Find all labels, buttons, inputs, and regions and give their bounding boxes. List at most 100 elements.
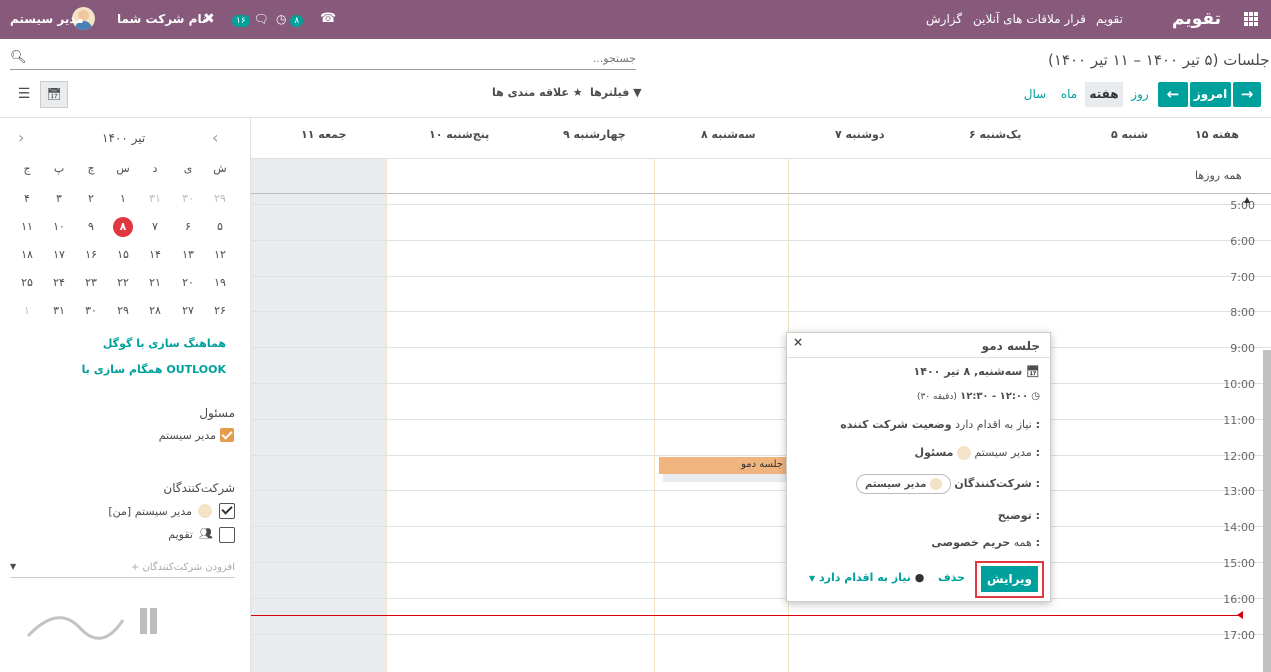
responsible-checkbox[interactable]	[220, 428, 234, 442]
month-view-button[interactable]: ماه	[1055, 82, 1083, 107]
hour-label: 17:00	[1223, 628, 1255, 642]
phone-icon[interactable]: ☎	[320, 0, 336, 39]
mini-cal-day[interactable]: ۱	[11, 304, 43, 317]
next-button[interactable]: ←	[1158, 82, 1188, 107]
edit-button[interactable]: ویرایش	[981, 566, 1038, 592]
menu-online-appointments[interactable]: قرار ملاقات های آنلاین	[973, 0, 1086, 39]
popup-date-row: سه‌شنبه, ۸ تیر ۱۴۰۰ 📅︎	[914, 365, 1040, 378]
column-divider	[654, 158, 655, 672]
mini-cal-day[interactable]: ۷	[139, 220, 171, 233]
mini-cal-day[interactable]: ۲۸	[139, 304, 171, 317]
prev-button[interactable]: →	[1233, 82, 1261, 107]
mini-cal-day[interactable]: ۱۹	[204, 276, 236, 289]
mini-cal-day[interactable]: ۴	[11, 192, 43, 205]
list-view-icon[interactable]: ☰	[12, 83, 36, 107]
scrollbar[interactable]	[1263, 350, 1271, 672]
mini-cal-day[interactable]: ۳۰	[172, 192, 204, 205]
logo-icon	[26, 608, 157, 640]
hour-line	[251, 562, 1271, 563]
mini-cal-prev-icon[interactable]: ‹	[212, 128, 218, 147]
activity-menu[interactable]: ◷ ۸	[276, 0, 304, 39]
hour-label: 16:00	[1223, 592, 1255, 606]
mini-cal-today[interactable]: ۸	[113, 217, 133, 237]
hour-line	[251, 633, 1271, 635]
mini-cal-day[interactable]: ۲۷	[172, 304, 204, 317]
day-header-fri[interactable]: جمعه ۱۱	[301, 128, 346, 141]
week-number: هفته ۱۵	[1195, 128, 1239, 141]
company-switcher[interactable]: نام شرکت شما	[117, 0, 206, 39]
top-navbar: تقویم تقویم قرار ملاقات های آنلاین گزارش…	[0, 0, 1271, 39]
attendance-status-dropdown[interactable]: ▼ نیاز به اقدام دارد ●	[809, 571, 924, 584]
mini-cal-day[interactable]: ۱۸	[11, 248, 43, 261]
mini-cal-day[interactable]: ۱۱	[11, 220, 43, 233]
mini-cal-day[interactable]: ۶	[172, 220, 204, 233]
delete-button[interactable]: حذف	[938, 571, 965, 584]
user-menu[interactable]: مدیر سیستم	[10, 0, 84, 39]
mini-cal-day[interactable]: ۲۴	[43, 276, 75, 289]
mini-cal-day[interactable]: ۱۶	[75, 248, 107, 261]
hour-label: 9:00	[1230, 342, 1255, 356]
day-header-sun[interactable]: یک‌شنبه ۶	[969, 128, 1021, 141]
favorites-toggle[interactable]: علاقه مندی ها ★	[492, 86, 583, 99]
mini-cal-day[interactable]: ۱	[107, 192, 139, 205]
day-header-tue[interactable]: سه‌شنبه ۸	[701, 128, 756, 141]
year-view-button[interactable]: سال	[1018, 82, 1052, 107]
mini-cal-day[interactable]: ۳	[43, 192, 75, 205]
mini-cal-day[interactable]: ۲۲	[107, 276, 139, 289]
mini-cal-weekday: ی	[183, 162, 193, 175]
calendar-view-icon[interactable]: 📅︎	[40, 81, 68, 108]
popup-status-value: نیاز به اقدام دارد	[955, 418, 1032, 431]
mini-cal-day[interactable]: ۱۷	[43, 248, 75, 261]
mini-cal-day[interactable]: ۲	[75, 192, 107, 205]
messages-menu[interactable]: ۱۶ 🗨	[232, 0, 269, 39]
all-day-divider	[251, 193, 1271, 194]
hour-line	[251, 597, 1271, 599]
popup-responsible-row: مدیر سیستم مسئول :	[915, 446, 1040, 460]
attendee-calendar-checkbox[interactable]	[219, 527, 235, 543]
today-button[interactable]: امروز	[1190, 82, 1231, 107]
mini-cal-day[interactable]: ۲۵	[11, 276, 43, 289]
hour-label: 10:00	[1223, 378, 1255, 391]
menu-calendar[interactable]: تقویم	[1096, 0, 1123, 39]
mini-cal-day[interactable]: ۳۰	[75, 304, 107, 317]
mini-cal-day[interactable]: ۲۳	[75, 276, 107, 289]
mini-cal-day[interactable]: ۹	[75, 220, 107, 233]
attendee-me: مدیر سیستم [من]	[108, 505, 192, 518]
day-header-thu[interactable]: پنج‌شنبه ۱۰	[429, 128, 489, 141]
add-attendee-field[interactable]: ▼ + افزودن شرکت‌کنندگان	[10, 560, 235, 578]
day-header-sat[interactable]: شنبه ۵	[1111, 128, 1148, 141]
day-header-mon[interactable]: دوشنبه ۷	[835, 128, 885, 141]
mini-cal-next-icon[interactable]: ›	[18, 128, 24, 147]
google-sync-link[interactable]: هماهنگ سازی با گوگل	[103, 337, 226, 350]
search-input[interactable]	[32, 48, 636, 68]
mini-cal-day[interactable]: ۲۹	[204, 192, 236, 205]
week-view-button[interactable]: هفته	[1085, 82, 1123, 107]
mini-cal-day[interactable]: ۱۰	[43, 220, 75, 233]
mini-cal-day[interactable]: ۱۳	[172, 248, 204, 261]
scroll-up-icon[interactable]: ▲	[1244, 195, 1252, 204]
filters-toggle[interactable]: فیلترها ▼	[590, 86, 642, 99]
event-block[interactable]: جلسه دمو	[659, 457, 789, 474]
attendee-me-checkbox[interactable]	[219, 503, 235, 519]
attendee-chip: مدیر سیستم	[855, 474, 951, 494]
mini-cal-day[interactable]: ۳۱	[43, 304, 75, 317]
menu-reporting[interactable]: گزارش	[926, 0, 962, 39]
mini-cal-day[interactable]: ۲۰	[172, 276, 204, 289]
day-header-wed[interactable]: چهارشنبه ۹	[563, 128, 626, 141]
mini-cal-day[interactable]: ۱۲	[204, 248, 236, 261]
mini-cal-day[interactable]: ۱۴	[139, 248, 171, 261]
hour-label: 14:00	[1223, 521, 1255, 535]
mini-cal-day[interactable]: ۳۱	[139, 192, 171, 205]
popup-divider	[787, 357, 1052, 358]
mini-cal-day[interactable]: ۱۵	[107, 248, 139, 261]
close-icon[interactable]: ×	[793, 335, 803, 349]
mini-cal-day[interactable]: ۵	[204, 220, 236, 233]
apps-menu-icon[interactable]	[1244, 12, 1258, 26]
mini-cal-day[interactable]: ۲۶	[204, 304, 236, 317]
breadcrumb: جلسات (۵ تیر ۱۴۰۰ – ۱۱ تیر ۱۴۰۰)	[1048, 51, 1270, 69]
outlook-sync-link[interactable]: همگام سازی با OUTLOOK	[82, 363, 226, 376]
day-view-button[interactable]: روز	[1126, 82, 1154, 107]
search-icon[interactable]: 🔍︎	[10, 50, 27, 65]
mini-cal-day[interactable]: ۲۹	[107, 304, 139, 317]
mini-cal-day[interactable]: ۲۱	[139, 276, 171, 289]
